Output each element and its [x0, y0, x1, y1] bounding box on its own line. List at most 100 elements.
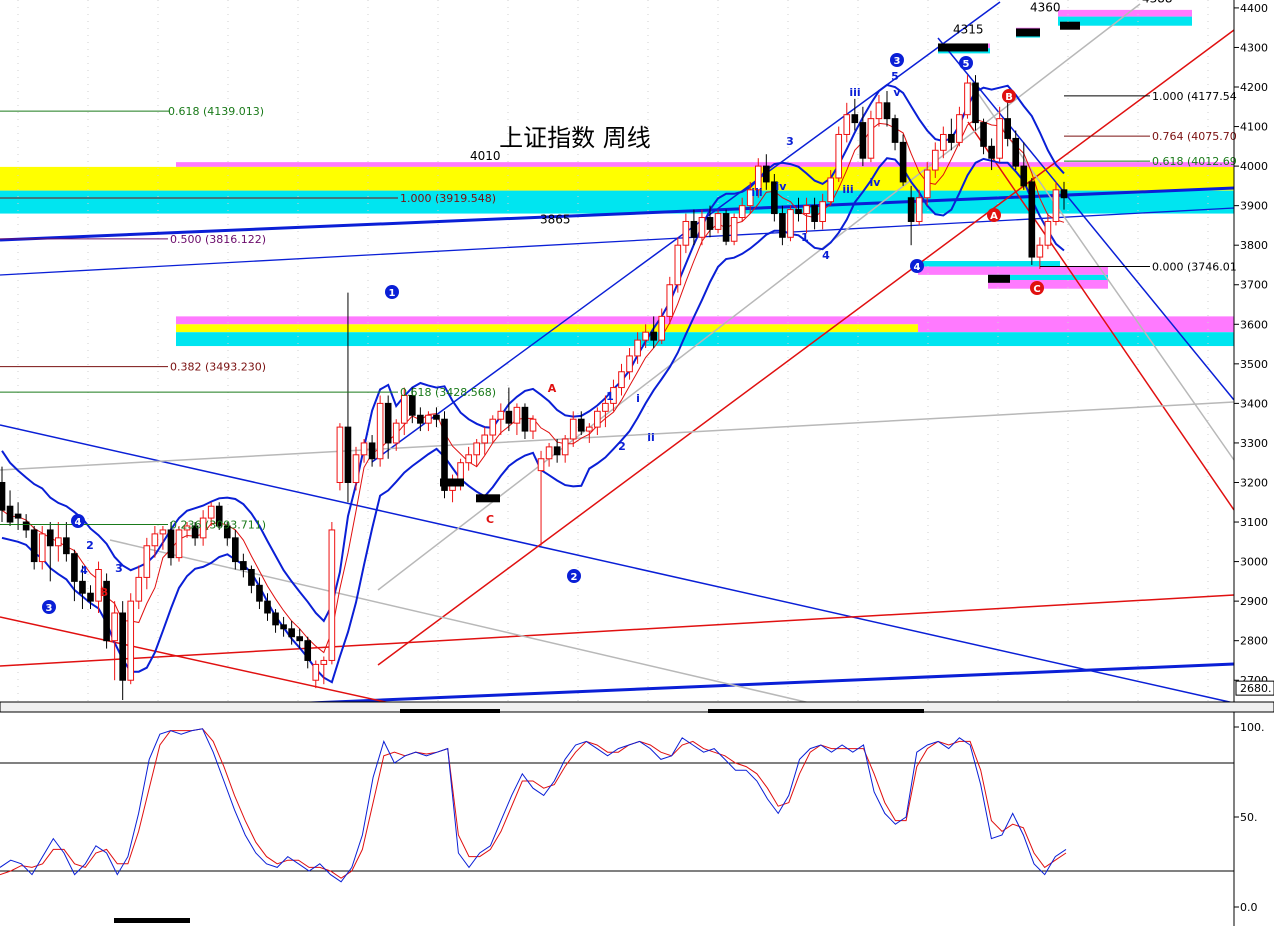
last-price-label: 2680.	[1240, 682, 1272, 695]
fib-label: 0.618 (4012.69	[1152, 155, 1237, 168]
price-tick-label: 3900	[1240, 200, 1268, 213]
price-tick-label: 3500	[1240, 358, 1268, 371]
zone-band	[0, 166, 1234, 191]
zone-band	[176, 162, 1234, 167]
oscillator-tick-label: 0.0	[1240, 901, 1258, 914]
price-tick-label: 3700	[1240, 279, 1268, 292]
wave-circle: 3	[42, 600, 56, 614]
candle	[674, 237, 682, 293]
candle	[1028, 177, 1036, 265]
price-label: 4315	[953, 23, 984, 37]
wave-label: iv	[870, 176, 882, 189]
scrollbar-thumb[interactable]	[400, 709, 500, 713]
wave-label: v	[893, 86, 901, 99]
wave-label: 2	[86, 539, 94, 552]
candle	[103, 573, 110, 649]
candle	[127, 593, 135, 685]
candle	[730, 213, 738, 246]
fib-label: 1.000 (3919.548)	[400, 192, 496, 205]
zone-band	[918, 261, 1060, 267]
wave-label: 4	[822, 249, 830, 262]
price-tick-label: 3600	[1240, 318, 1268, 331]
wave-label: iii	[751, 186, 762, 199]
candle	[376, 395, 384, 467]
candle	[336, 423, 344, 491]
wave-circle: 5	[959, 56, 973, 70]
fib-label: 0.382 (3493.230)	[170, 361, 266, 374]
level-marker	[476, 494, 500, 503]
candle	[328, 522, 336, 665]
price-tick-label: 4300	[1240, 41, 1268, 54]
price-tick-label: 3100	[1240, 516, 1268, 529]
price-tick-label: 3300	[1240, 437, 1268, 450]
svg-text:3: 3	[46, 603, 53, 614]
scrollbar-thumb[interactable]	[708, 709, 924, 713]
svg-text:3: 3	[894, 56, 901, 67]
wave-circle: 4	[910, 259, 924, 273]
svg-text:4: 4	[75, 517, 82, 528]
fib-label: 0.000 (3746.01	[1152, 261, 1237, 274]
wave-label: C	[486, 513, 494, 526]
wave-label: 4	[80, 564, 88, 577]
wave-label: iii	[849, 86, 860, 99]
price-tick-label: 3800	[1240, 239, 1268, 252]
wave-label: A	[548, 382, 557, 395]
weekly-candlestick-chart: 0.618 (4139.013) 1.000 (3919.548) 0.500 (3…	[0, 0, 1274, 926]
wave-label: i	[636, 392, 640, 405]
price-label: 4360	[1030, 1, 1061, 15]
chart-root: 0.618 (4139.013) 1.000 (3919.548) 0.500 (3…	[0, 0, 1274, 926]
chart-title: 上证指数 周线	[499, 124, 651, 152]
level-marker	[1016, 28, 1040, 37]
svg-text:5: 5	[963, 59, 970, 70]
wave-label: 2	[618, 440, 626, 453]
wave-label: 3	[115, 562, 123, 575]
price-label: 4010	[470, 149, 501, 163]
zone-band	[176, 324, 918, 333]
wave-label: 1	[801, 231, 809, 244]
price-label: 3865	[540, 212, 571, 226]
svg-text:2: 2	[571, 572, 578, 583]
wave-label: 1	[606, 390, 614, 403]
wave-circle: B	[1002, 89, 1016, 103]
wave-circle: 3	[890, 53, 904, 67]
wave-circle: A	[987, 208, 1001, 222]
price-tick-label: 3200	[1240, 476, 1268, 489]
candle	[835, 126, 843, 182]
wave-label: 5	[891, 70, 899, 83]
price-tick-label: 3400	[1240, 397, 1268, 410]
wave-label: ii	[647, 431, 655, 444]
svg-text:1: 1	[389, 288, 396, 299]
price-tick-label: 2800	[1240, 635, 1268, 648]
price-tick-label: 4000	[1240, 160, 1268, 173]
candle	[787, 205, 794, 242]
price-tick-label: 4400	[1240, 2, 1268, 15]
wave-label: iii	[842, 183, 853, 196]
wave-label: 3	[786, 135, 794, 148]
zone-band	[918, 332, 1234, 347]
panel-separator	[0, 701, 1274, 713]
candle	[722, 209, 730, 246]
fib-label: 0.618 (4139.013)	[168, 105, 264, 118]
wave-circle: C	[1030, 281, 1044, 295]
fib-label: 0.618 (3428.568)	[400, 386, 496, 399]
svg-text:4: 4	[914, 262, 921, 273]
price-tick-label: 4200	[1240, 81, 1268, 94]
wave-label: B	[100, 586, 108, 599]
price-label: 4388	[1142, 0, 1173, 6]
fib-label: 0.236 (3093.711)	[170, 519, 266, 532]
zone-band	[176, 316, 918, 325]
price-tick-label: 2900	[1240, 595, 1268, 608]
level-marker	[938, 43, 988, 52]
level-marker	[988, 274, 1010, 283]
wave-circle: 2	[567, 569, 581, 583]
fib-label: 1.000 (4177.54	[1152, 90, 1237, 103]
oscillator-tick-label: 100.	[1240, 721, 1265, 734]
candle	[867, 110, 875, 163]
svg-text:B: B	[1005, 92, 1013, 103]
level-marker	[1060, 21, 1080, 30]
oscillator-marker	[114, 918, 190, 923]
panel-divider	[0, 701, 1274, 713]
fib-label: 0.764 (4075.70	[1152, 130, 1237, 143]
svg-text:A: A	[990, 211, 998, 222]
candle	[899, 134, 907, 186]
